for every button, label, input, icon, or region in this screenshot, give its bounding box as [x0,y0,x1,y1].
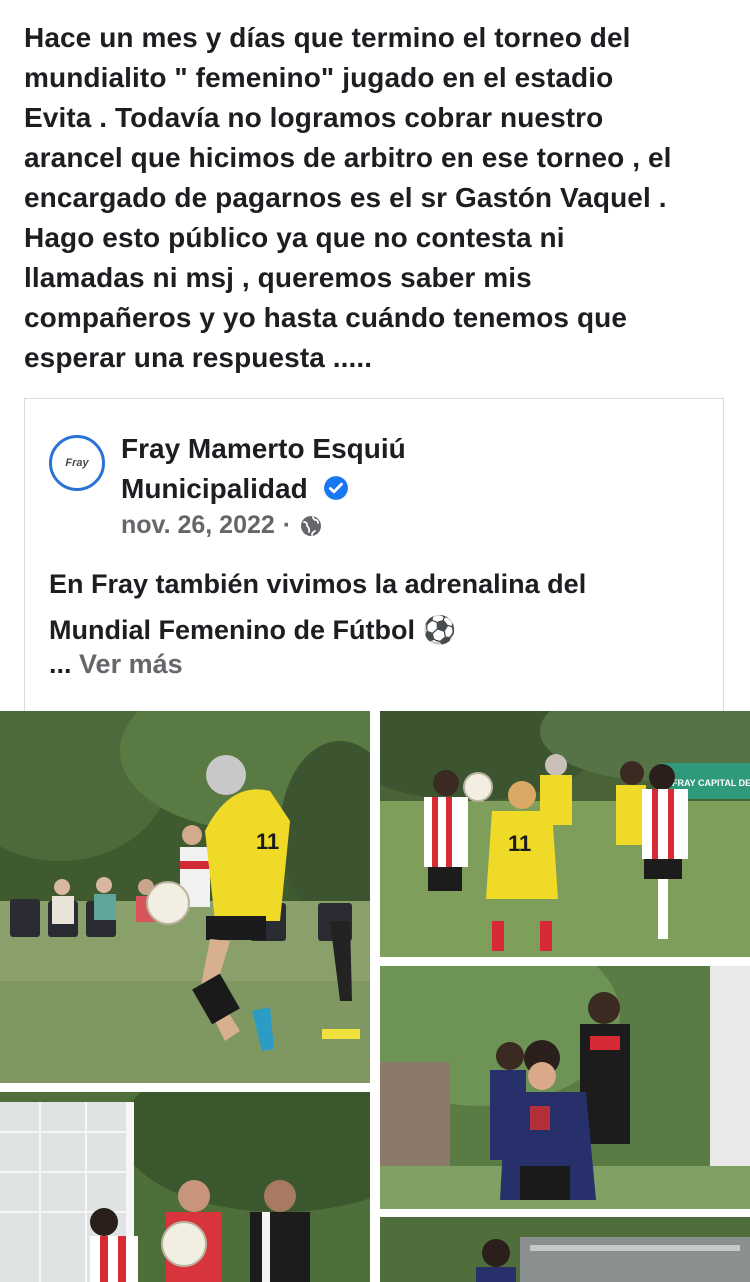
post-text-line: encargado de pagarnos es el sr Gastón Va… [24,182,667,213]
shared-post-card[interactable]: Fray Fray Mamerto Esquiú Municipalidad n… [24,398,724,718]
post-text-line: compañeros y yo hasta cuándo tenemos que [24,302,628,333]
post-date[interactable]: nov. 26, 2022 [121,511,275,540]
jersey-number: 11 [508,831,531,856]
post-text-line: esperar una respuesta ..... [24,342,373,373]
photo-1[interactable]: 11 [0,711,370,1083]
page-name-line2: Municipalidad [121,473,308,504]
photo-3[interactable] [380,966,750,1209]
post-text-line: Hace un mes y días que termino el torneo… [24,22,631,53]
post-text-line: mundialito " femenino" jugado en el esta… [24,62,614,93]
page-avatar[interactable]: Fray [49,435,105,491]
post-text-line: arancel que hicimos de arbitro en ese to… [24,142,672,173]
verified-badge-icon [324,476,349,500]
post-meta: nov. 26, 2022 · [121,511,323,540]
shared-post-body: En Fray también vivimos la adrenalina de… [49,561,709,653]
banner-text: FRAY CAPITAL DE [672,778,750,788]
photo-2[interactable]: FRAY CAPITAL DE 11 [380,711,750,957]
globe-icon [301,515,322,536]
body-line: En Fray también vivimos la adrenalina de… [49,569,587,599]
see-more-dots: ... [49,649,72,679]
page-name-line1: Fray Mamerto Esquiú [121,433,406,464]
photo-5[interactable] [380,1217,750,1282]
see-more-link[interactable]: ... Ver más [49,649,183,680]
avatar-logo-text: Fray [65,457,89,469]
see-more-label: Ver más [79,649,183,679]
page-name[interactable]: Fray Mamerto Esquiú Municipalidad [121,429,641,509]
meta-separator: · [282,511,292,539]
post-text-line: llamadas ni msj , queremos saber mis [24,262,532,293]
post-text: Hace un mes y días que termino el torneo… [24,18,724,378]
body-line: Mundial Femenino de Fútbol ⚽ [49,615,457,645]
post-text-line: Evita . Todavía no logramos cobrar nuest… [24,102,604,133]
jersey-number: 11 [256,829,279,854]
post-text-line: Hago esto público ya que no contesta ni [24,222,565,253]
photo-4[interactable] [0,1092,370,1282]
